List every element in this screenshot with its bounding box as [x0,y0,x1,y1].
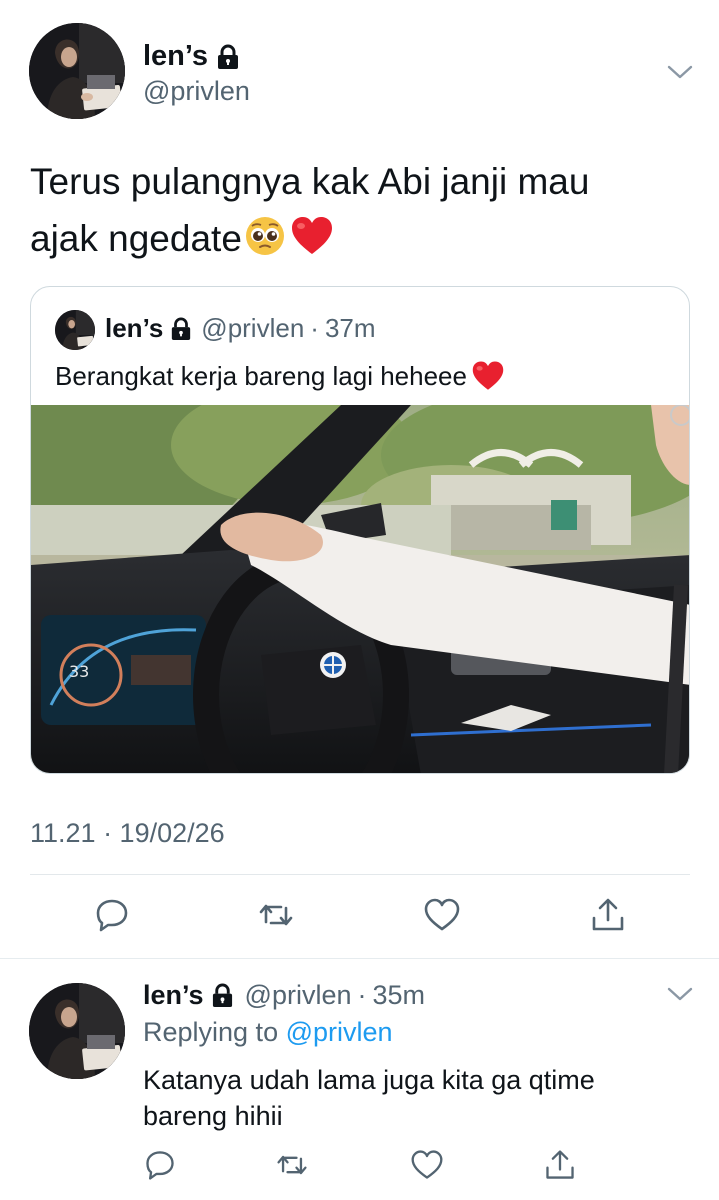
author-avatar[interactable] [29,23,125,119]
chevron-down-icon[interactable] [666,62,694,82]
tweet-text-line: Terus pulangnya kak Abi janji mau [30,161,590,202]
reply-time[interactable]: 35m [372,980,425,1011]
separator-dot: · [310,313,319,343]
quoted-text: Berangkat kerja bareng lagi heheee [55,360,505,392]
reply-text-line: Katanya udah lama juga kita ga qtime [143,1065,595,1095]
tweet-timestamp[interactable]: 11.21 · 19/02/26 [30,818,225,849]
author-handle[interactable]: @privlen [143,76,250,107]
divider [30,874,690,875]
lock-icon [170,317,192,341]
quoted-author-name: len’s [105,313,164,343]
heart-icon[interactable] [423,896,461,934]
svg-text:33: 33 [69,662,89,681]
reply-icon[interactable] [93,896,131,934]
quoted-header: len’s @privlen · 37m [105,313,376,344]
red-heart-emoji [471,360,505,392]
heart-icon[interactable] [410,1148,444,1182]
reply-author-avatar[interactable] [29,983,125,1079]
tweet-text: Terus pulangnya kak Abi janji mau ajak n… [30,153,670,267]
quoted-author-avatar[interactable] [55,310,95,350]
share-icon[interactable] [589,896,627,934]
lock-icon [216,44,240,70]
reply-author-name[interactable]: len’s [143,980,204,1011]
quoted-text-fragment: Berangkat kerja bareng lagi heheee [55,360,467,391]
tweet-text-fragment: ajak ngedate [30,218,242,259]
replying-to: Replying to @privlen [143,1017,393,1048]
red-heart-emoji [290,215,334,257]
quoted-author-handle: @privlen [201,313,305,343]
quoted-photo[interactable]: 33 [31,405,689,773]
reply-author-handle[interactable]: @privlen [245,980,352,1011]
chevron-down-icon[interactable] [666,984,694,1004]
pleading-face-emoji [244,215,286,257]
retweet-icon[interactable] [257,896,295,934]
reply-header: len’s @privlen · 35m [143,980,425,1011]
author-name-row[interactable]: len’s [143,40,240,73]
share-icon[interactable] [543,1148,577,1182]
retweet-icon[interactable] [275,1148,309,1182]
quoted-tweet[interactable]: len’s @privlen · 37m Berangkat kerja bar… [30,286,690,774]
divider [0,958,719,959]
reply-icon[interactable] [143,1148,177,1182]
reply-text-line: bareng hihii [143,1101,283,1131]
replying-to-label: Replying to [143,1017,279,1047]
lock-icon [211,983,234,1008]
quoted-time: 37m [324,313,376,343]
replying-to-mention[interactable]: @privlen [286,1017,393,1047]
separator-dot: · [357,980,367,1010]
author-name[interactable]: len’s [143,40,208,73]
reply-text: Katanya udah lama juga kita ga qtime bar… [143,1062,683,1134]
tweet-text-line: ajak ngedate [30,210,670,267]
